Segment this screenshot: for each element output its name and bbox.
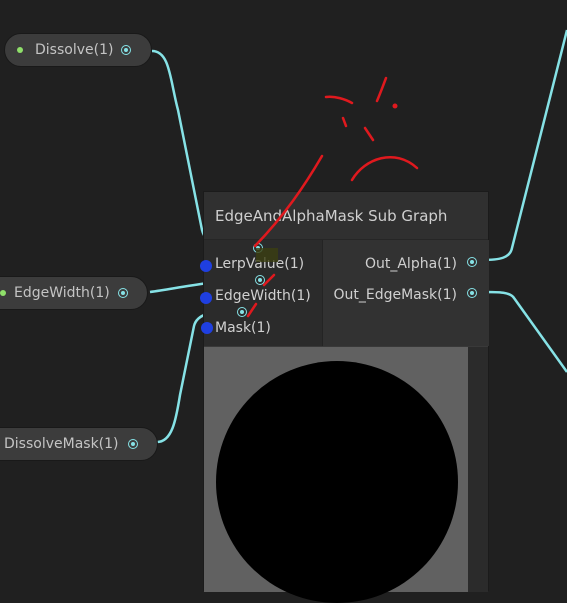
property-node-label: Dissolve(1) xyxy=(35,42,114,58)
output-port-out-edgemask-icon[interactable] xyxy=(467,288,477,298)
property-node-dissolve[interactable]: Dissolve(1) xyxy=(4,33,152,67)
input-slots: LerpValue(1) EdgeWidth(1) Mask(1) xyxy=(204,240,323,346)
annotation-marker-lerpvalue xyxy=(200,260,212,272)
annotation-marker-mask xyxy=(201,322,213,334)
shader-graph-canvas[interactable]: Dissolve(1) EdgeWidth(1) DissolveMask(1)… xyxy=(0,0,567,603)
output-port-icon[interactable] xyxy=(121,45,131,55)
input-slot-mask: Mask(1) xyxy=(215,320,271,336)
annotation-marker-edgewidth xyxy=(200,292,212,304)
output-slot-out-alpha: Out_Alpha(1) xyxy=(364,256,457,272)
output-slots: Out_Alpha(1) Out_EdgeMask(1) xyxy=(323,240,489,346)
input-slot-lerpvalue: LerpValue(1) xyxy=(215,256,305,272)
node-preview xyxy=(204,347,468,603)
preview-side-strip xyxy=(468,347,488,592)
property-node-label: EdgeWidth(1) xyxy=(14,285,110,301)
subgraph-node[interactable]: EdgeAndAlphaMask Sub Graph LerpValue(1) … xyxy=(203,191,489,603)
output-port-icon[interactable] xyxy=(118,288,128,298)
property-indicator-icon xyxy=(0,290,6,296)
property-indicator-icon xyxy=(17,47,23,53)
input-port-lerpvalue-icon[interactable] xyxy=(253,243,263,253)
preview-sphere xyxy=(216,361,458,603)
output-port-out-alpha-icon[interactable] xyxy=(467,257,477,267)
property-node-dissolvemask[interactable]: DissolveMask(1) xyxy=(0,427,158,461)
output-slot-out-edgemask: Out_EdgeMask(1) xyxy=(333,287,457,303)
input-port-edgewidth-icon[interactable] xyxy=(255,275,265,285)
wire-outalpha-out xyxy=(481,29,567,262)
input-port-mask-icon[interactable] xyxy=(237,307,247,317)
property-node-label: DissolveMask(1) xyxy=(4,436,119,452)
output-port-icon[interactable] xyxy=(128,439,138,449)
wire-outedgemask-out xyxy=(481,290,567,373)
property-node-edgewidth[interactable]: EdgeWidth(1) xyxy=(0,276,148,310)
input-slot-edgewidth: EdgeWidth(1) xyxy=(215,288,311,304)
subgraph-node-title[interactable]: EdgeAndAlphaMask Sub Graph xyxy=(204,192,488,240)
